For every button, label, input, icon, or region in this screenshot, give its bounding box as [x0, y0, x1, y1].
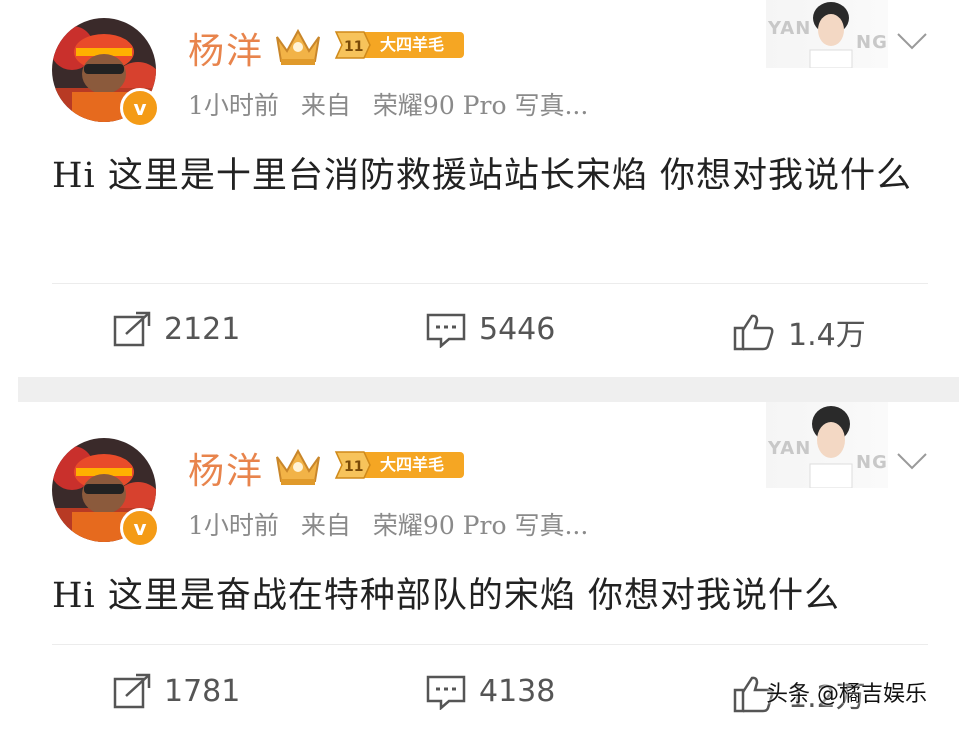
source-device[interactable]: 荣耀90 Pro 写真...	[373, 511, 588, 540]
post-meta: 1小时前 来自 荣耀90 Pro 写真...	[188, 86, 610, 122]
verified-icon: v	[120, 508, 160, 548]
chevron-down-icon[interactable]	[895, 30, 929, 52]
source-device[interactable]: 荣耀90 Pro 写真...	[373, 91, 588, 120]
card-portrait	[809, 2, 853, 68]
post-time: 1小时前	[188, 91, 279, 120]
username[interactable]: 杨洋	[188, 442, 264, 494]
comment-icon	[426, 313, 466, 348]
badge-label: 大四羊毛	[380, 455, 445, 474]
card-background[interactable]: YAN NG	[766, 0, 888, 68]
card-portrait	[809, 406, 853, 488]
card-text-right: NG	[856, 32, 888, 53]
comment-icon	[426, 675, 466, 710]
chevron-down-icon[interactable]	[895, 450, 929, 472]
post-time: 1小时前	[188, 511, 279, 540]
post-content: Hi 这里是十里台消防救援站站长宋焰 你想对我说什么	[52, 156, 912, 196]
repost-icon	[113, 673, 151, 709]
repost-count: 1781	[164, 673, 241, 709]
comment-button[interactable]: 4138	[425, 672, 555, 710]
crown-icon	[276, 448, 320, 485]
repost-button[interactable]: 1781	[112, 672, 240, 710]
repost-button[interactable]: 2121	[112, 310, 240, 348]
source-prefix: 来自	[300, 91, 351, 120]
comment-button[interactable]: 5446	[425, 310, 555, 348]
post-meta: 1小时前 来自 荣耀90 Pro 写真...	[188, 506, 610, 542]
like-count: 1.4万	[788, 318, 866, 353]
repost-count: 2121	[164, 311, 241, 347]
svg-text:11: 11	[344, 39, 363, 55]
card-background[interactable]: YAN NG	[766, 402, 888, 488]
card-text-right: NG	[856, 452, 888, 473]
divider	[52, 644, 928, 645]
comment-count: 4138	[479, 673, 556, 709]
like-button[interactable]: 1.4万	[732, 310, 866, 354]
source-prefix: 来自	[300, 511, 351, 540]
comment-count: 5446	[479, 311, 556, 347]
verified-icon: v	[120, 88, 160, 128]
username[interactable]: 杨洋	[188, 22, 264, 74]
weibo-post: v 杨洋 11 大四羊毛 1小时前 来自 荣耀90 Pro 写真... YAN NG…	[0, 0, 959, 377]
post-content: Hi 这里是奋战在特种部队的宋焰 你想对我说什么	[52, 576, 840, 616]
repost-icon	[113, 311, 151, 347]
badge-label: 大四羊毛	[380, 35, 445, 54]
post-separator	[18, 377, 959, 402]
divider	[52, 283, 928, 284]
svg-text:11: 11	[344, 459, 363, 475]
like-icon	[733, 314, 774, 351]
watermark: 头条 @橘吉娱乐	[766, 682, 927, 707]
crown-icon	[276, 28, 320, 65]
